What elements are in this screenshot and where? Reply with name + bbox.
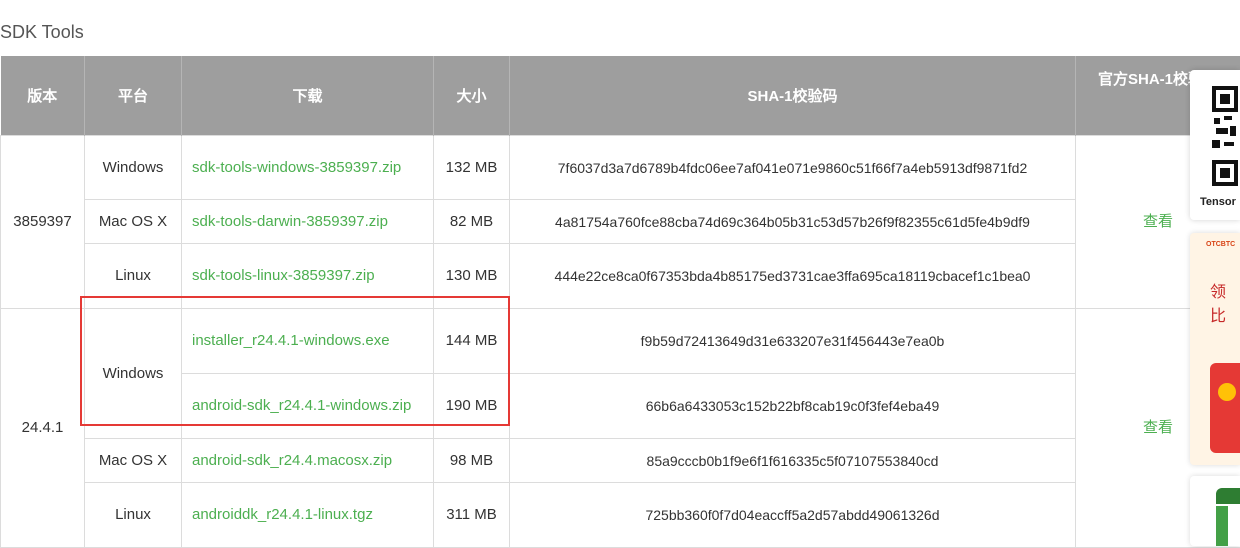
green-logo-icon <box>1216 488 1240 504</box>
size-cell: 82 MB <box>434 200 510 244</box>
size-cell: 130 MB <box>434 244 510 309</box>
platform-cell: Linux <box>85 244 182 309</box>
table-row: Linux androiddk_r24.4.1-linux.tgz 311 MB… <box>1 483 1240 548</box>
platform-cell: Windows <box>85 136 182 200</box>
side-widget[interactable] <box>1190 476 1240 546</box>
table-row: 3859397 Windows sdk-tools-windows-385939… <box>1 136 1240 200</box>
version-cell: 24.4.1 <box>1 309 85 548</box>
platform-cell: Linux <box>85 483 182 548</box>
size-cell: 144 MB <box>434 309 510 374</box>
section-title: SDK Tools <box>0 22 84 43</box>
platform-cell: Mac OS X <box>85 200 182 244</box>
download-cell: installer_r24.4.1-windows.exe <box>182 309 434 374</box>
qr-code-widget[interactable]: Tensor <box>1190 70 1240 220</box>
sha1-cell: 444e22ce8ca0f67353bda4b85175ed3731cae3ff… <box>510 244 1076 309</box>
sha1-cell: 7f6037d3a7d6789b4fdc06ee7af041e071e9860c… <box>510 136 1076 200</box>
red-envelope-icon <box>1210 363 1240 453</box>
col-header-download: 下载 <box>182 56 434 136</box>
qr-code-icon <box>1212 86 1238 186</box>
download-cell: sdk-tools-linux-3859397.zip <box>182 244 434 309</box>
sha1-cell: f9b59d72413649d31e633207e31f456443e7ea0b <box>510 309 1076 374</box>
sha1-cell: 66b6a6433053c152b22bf8cab19c0f3fef4eba49 <box>510 374 1076 439</box>
table-row: Mac OS X sdk-tools-darwin-3859397.zip 82… <box>1 200 1240 244</box>
col-header-size: 大小 <box>434 56 510 136</box>
download-cell: sdk-tools-windows-3859397.zip <box>182 136 434 200</box>
download-link[interactable]: android-sdk_r24.4.1-windows.zip <box>192 397 411 414</box>
sha1-cell: 85a9cccb0b1f9e6f1f616335c5f07107553840cd <box>510 439 1076 483</box>
download-cell: android-sdk_r24.4.1-windows.zip <box>182 374 434 439</box>
download-cell: sdk-tools-darwin-3859397.zip <box>182 200 434 244</box>
view-link[interactable]: 查看 <box>1143 419 1173 436</box>
table-header-row: 版本 平台 下载 大小 SHA-1校验码 官方SHA-1校验图 <box>1 56 1240 136</box>
platform-cell: Mac OS X <box>85 439 182 483</box>
col-header-version: 版本 <box>1 56 85 136</box>
green-logo-bar <box>1216 506 1228 546</box>
sha1-cell: 4a81754a760fce88cba74d69c364b05b31c53d57… <box>510 200 1076 244</box>
size-cell: 311 MB <box>434 483 510 548</box>
table-row: Mac OS X android-sdk_r24.4.macosx.zip 98… <box>1 439 1240 483</box>
table-row: android-sdk_r24.4.1-windows.zip 190 MB 6… <box>1 374 1240 439</box>
download-link[interactable]: android-sdk_r24.4.macosx.zip <box>192 452 392 469</box>
ad-brand: OTCBTC <box>1206 241 1235 248</box>
version-cell: 3859397 <box>1 136 85 309</box>
download-link[interactable]: sdk-tools-linux-3859397.zip <box>192 267 375 284</box>
view-link[interactable]: 查看 <box>1143 213 1173 230</box>
size-cell: 190 MB <box>434 374 510 439</box>
sha1-cell: 725bb360f0f7d04eaccff5a2d57abdd49061326d <box>510 483 1076 548</box>
download-link[interactable]: installer_r24.4.1-windows.exe <box>192 332 390 349</box>
sdk-tools-table: 版本 平台 下载 大小 SHA-1校验码 官方SHA-1校验图 3859397 … <box>0 56 1240 548</box>
platform-cell: Windows <box>85 309 182 439</box>
ad-slogan: 领比 <box>1210 278 1240 326</box>
download-link[interactable]: sdk-tools-windows-3859397.zip <box>192 159 401 176</box>
download-link[interactable]: androiddk_r24.4.1-linux.tgz <box>192 506 373 523</box>
table-row: 24.4.1 Windows installer_r24.4.1-windows… <box>1 309 1240 374</box>
size-cell: 132 MB <box>434 136 510 200</box>
col-header-sha1: SHA-1校验码 <box>510 56 1076 136</box>
download-cell: androiddk_r24.4.1-linux.tgz <box>182 483 434 548</box>
download-link[interactable]: sdk-tools-darwin-3859397.zip <box>192 213 388 230</box>
side-ad-banner[interactable]: OTCBTC 领比 <box>1190 233 1240 465</box>
size-cell: 98 MB <box>434 439 510 483</box>
download-cell: android-sdk_r24.4.macosx.zip <box>182 439 434 483</box>
col-header-platform: 平台 <box>85 56 182 136</box>
table-row: Linux sdk-tools-linux-3859397.zip 130 MB… <box>1 244 1240 309</box>
qr-label: Tensor <box>1200 196 1236 208</box>
coin-icon <box>1218 383 1236 401</box>
